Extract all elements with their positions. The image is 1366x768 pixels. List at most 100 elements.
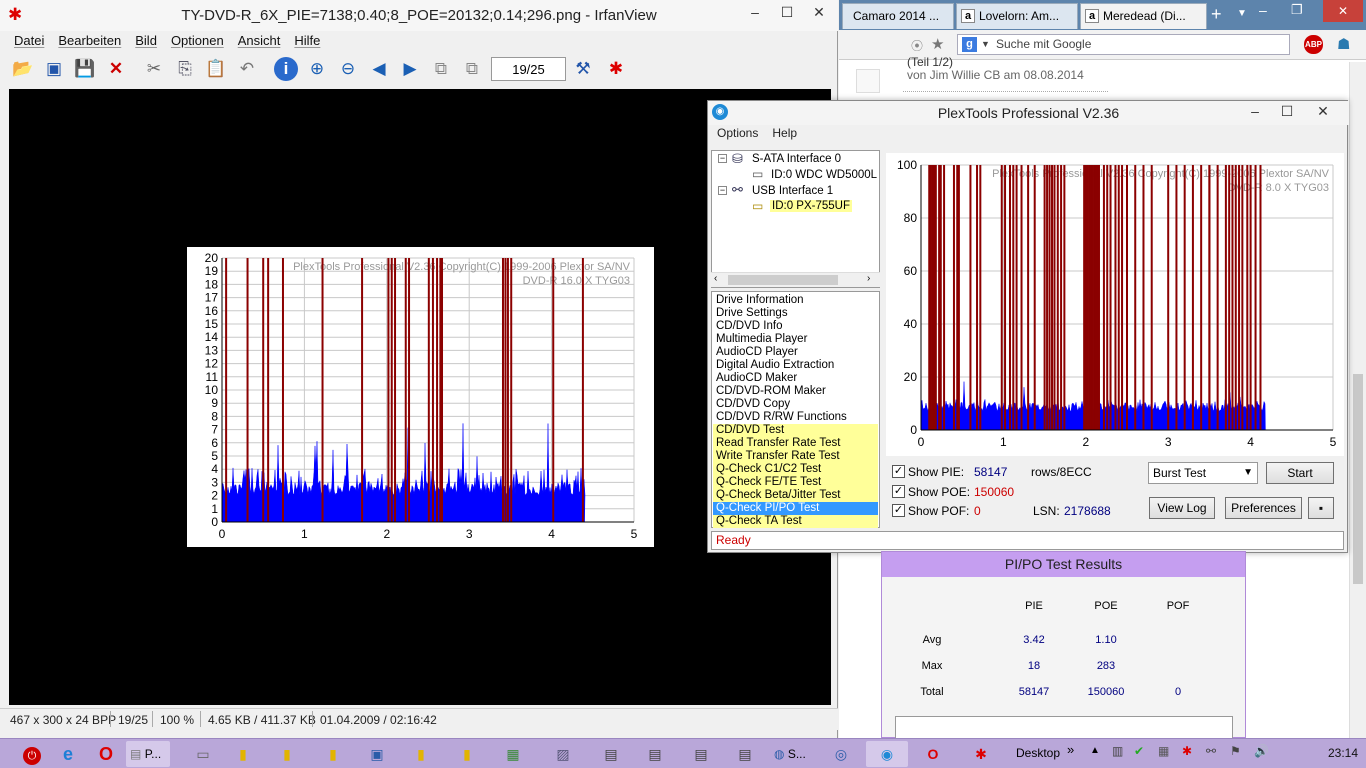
app-window-icon[interactable]: ▤ xyxy=(634,741,676,767)
menu-hilfe[interactable]: Hilfe xyxy=(294,32,320,50)
tray-security-icon[interactable]: ✔ xyxy=(1134,744,1144,758)
drive-icon[interactable]: ▭ xyxy=(182,741,224,767)
tray-flag-icon[interactable]: ⚑ xyxy=(1230,744,1241,758)
function-item-digital-audio-extraction[interactable]: Digital Audio Extraction xyxy=(713,359,878,372)
ie-icon[interactable]: e xyxy=(50,741,86,767)
plextools-taskbar-icon[interactable]: ◉ xyxy=(866,741,908,767)
next-icon[interactable]: ▶ xyxy=(398,57,422,81)
app-window-icon[interactable]: ▤ xyxy=(680,741,722,767)
slideshow-icon[interactable]: ▣ xyxy=(42,57,66,81)
tree-usb[interactable]: USB Interface 1 xyxy=(752,185,833,197)
folder-icon[interactable]: ▮ xyxy=(312,741,354,767)
function-item-q-check-ta-test[interactable]: Q-Check TA Test xyxy=(713,515,878,528)
tree-sata[interactable]: S-ATA Interface 0 xyxy=(752,153,841,165)
function-item-cd-dvd-rom-maker[interactable]: CD/DVD-ROM Maker xyxy=(713,385,878,398)
menu-options[interactable]: Options xyxy=(717,126,758,140)
taskbar-s-item[interactable]: ◍ S... xyxy=(770,741,818,767)
bookmark-star-icon[interactable]: ★ xyxy=(931,35,944,53)
adblock-icon[interactable]: ABP xyxy=(1304,35,1323,54)
minimize-button[interactable]: – xyxy=(740,2,770,22)
scroll-thumb[interactable] xyxy=(728,275,838,285)
previous-icon[interactable]: ◀ xyxy=(367,57,391,81)
scroll-left-icon[interactable]: ‹ xyxy=(714,273,717,284)
page-input[interactable] xyxy=(491,57,566,81)
undo-icon[interactable]: ↶ xyxy=(235,57,259,81)
save-results-icon[interactable]: ▪ xyxy=(1308,497,1334,519)
scroll-thumb[interactable] xyxy=(1353,374,1363,584)
tree-expand-icon[interactable]: − xyxy=(718,154,727,163)
tab-list-icon[interactable]: ▼ xyxy=(1237,8,1247,19)
preferences-button[interactable]: Preferences xyxy=(1225,497,1302,519)
tray-network-icon[interactable]: ▥ xyxy=(1112,744,1123,758)
app-window-icon[interactable]: ▤ xyxy=(724,741,766,767)
menu-bild[interactable]: Bild xyxy=(135,32,157,50)
tray-app-icon[interactable]: ▦ xyxy=(1158,744,1169,758)
show-pie-checkbox[interactable]: ✓ xyxy=(892,465,905,478)
tray-expand-icon[interactable]: ▲ xyxy=(1090,745,1100,756)
function-item-audiocd-player[interactable]: AudioCD Player xyxy=(713,346,878,359)
tray-irfan-icon[interactable]: ✱ xyxy=(1182,744,1192,758)
network-icon[interactable]: ▣ xyxy=(356,741,398,767)
function-item-cd-dvd-r-rw-functions[interactable]: CD/DVD R/RW Functions xyxy=(713,411,878,424)
folder-icon[interactable]: ▮ xyxy=(400,741,442,767)
tree-expand-icon[interactable]: − xyxy=(718,186,727,195)
tree-hscrollbar[interactable]: ‹ › xyxy=(711,272,880,287)
app-window-icon[interactable]: ▤ xyxy=(590,741,632,767)
plex-maximize-button[interactable]: ☐ xyxy=(1272,101,1302,121)
irfanview-taskbar-icon[interactable]: ✱ xyxy=(960,741,1002,767)
browser-scrollbar[interactable] xyxy=(1349,62,1366,738)
folder-icon[interactable]: ▮ xyxy=(446,741,488,767)
function-item-q-check-c1-c2-test[interactable]: Q-Check C1/C2 Test xyxy=(713,463,878,476)
maximize-button[interactable]: ☐ xyxy=(772,2,802,22)
rss-icon[interactable]: ⦿ xyxy=(911,37,923,54)
browser-tab-1[interactable]: Camaro 2014 ... xyxy=(842,3,954,29)
irfanview-titlebar[interactable]: ✱ TY-DVD-R_6X_PIE=7138;0.40;8_POE=20132;… xyxy=(0,0,838,31)
settings-tools-icon[interactable]: ⚒ xyxy=(571,57,595,81)
folder-icon[interactable]: ▮ xyxy=(222,741,264,767)
tree-sata-device[interactable]: ID:0 WDC WD5000L xyxy=(771,169,877,181)
delete-icon[interactable]: ✕ xyxy=(104,57,128,81)
menu-ansicht[interactable]: Ansicht xyxy=(238,32,281,50)
function-item-drive-settings[interactable]: Drive Settings xyxy=(713,307,878,320)
clock[interactable]: 23:14 xyxy=(1328,746,1358,760)
taskbar-plextools-item[interactable]: ▤ P... xyxy=(126,741,170,767)
menu-datei[interactable]: Datei xyxy=(14,32,44,50)
browser-tab-3[interactable]: a Meredead (Di... xyxy=(1080,3,1207,29)
function-item-write-transfer-rate-test[interactable]: Write Transfer Rate Test xyxy=(713,450,878,463)
desktop-toolbar-label[interactable]: Desktop xyxy=(1016,746,1060,760)
calculator-icon[interactable]: ▦ xyxy=(492,741,534,767)
plex-close-button[interactable]: ✕ xyxy=(1308,101,1338,121)
pipo-results-title[interactable]: PI/PO Test Results xyxy=(882,552,1245,577)
plex-minimize-button[interactable]: – xyxy=(1240,101,1270,121)
function-item-q-check-pi-po-test[interactable]: Q-Check PI/PO Test xyxy=(713,502,878,515)
show-pof-checkbox[interactable]: ✓ xyxy=(892,504,905,517)
scroll-right-icon[interactable]: › xyxy=(867,273,870,284)
browser-maximize-button[interactable]: ❐ xyxy=(1291,2,1303,18)
browser-close-button[interactable]: ✕ xyxy=(1323,0,1363,22)
search-input[interactable]: g ▼ Suche mit Google xyxy=(957,34,1290,55)
copy-icon[interactable]: ⎘ xyxy=(173,57,197,81)
function-item-cd-dvd-copy[interactable]: CD/DVD Copy xyxy=(713,398,878,411)
function-item-multimedia-player[interactable]: Multimedia Player xyxy=(713,333,878,346)
function-item-cd-dvd-info[interactable]: CD/DVD Info xyxy=(713,320,878,333)
function-item-q-check-fe-te-test[interactable]: Q-Check FE/TE Test xyxy=(713,476,878,489)
irfanview-logo-icon[interactable]: ✱ xyxy=(604,57,628,81)
function-item-q-check-beta-jitter-test[interactable]: Q-Check Beta/Jitter Test xyxy=(713,489,878,502)
cut-icon[interactable]: ✂ xyxy=(142,57,166,81)
save-icon[interactable]: 💾 xyxy=(73,57,97,81)
info-icon[interactable]: i xyxy=(274,57,298,81)
first-page-icon[interactable]: ⧉ xyxy=(429,57,453,81)
menu-bearbeiten[interactable]: Bearbeiten xyxy=(58,32,121,50)
view-log-button[interactable]: View Log xyxy=(1149,497,1215,519)
zoom-out-icon[interactable]: ⊖ xyxy=(336,57,360,81)
app-icon[interactable]: ◎ xyxy=(820,741,862,767)
tray-volume-icon[interactable]: 🔊 xyxy=(1254,744,1269,758)
open-folder-icon[interactable]: 📂 xyxy=(11,57,35,81)
comment-title[interactable]: (Teil 1/2) xyxy=(907,55,953,69)
tray-usb-icon[interactable]: ⚯ xyxy=(1206,744,1216,758)
new-tab-icon[interactable]: + xyxy=(1211,4,1222,25)
power-icon[interactable]: ⏻ xyxy=(16,741,48,767)
zoom-in-icon[interactable]: ⊕ xyxy=(305,57,329,81)
start-button[interactable]: Start xyxy=(1266,462,1334,484)
function-item-audiocd-maker[interactable]: AudioCD Maker xyxy=(713,372,878,385)
